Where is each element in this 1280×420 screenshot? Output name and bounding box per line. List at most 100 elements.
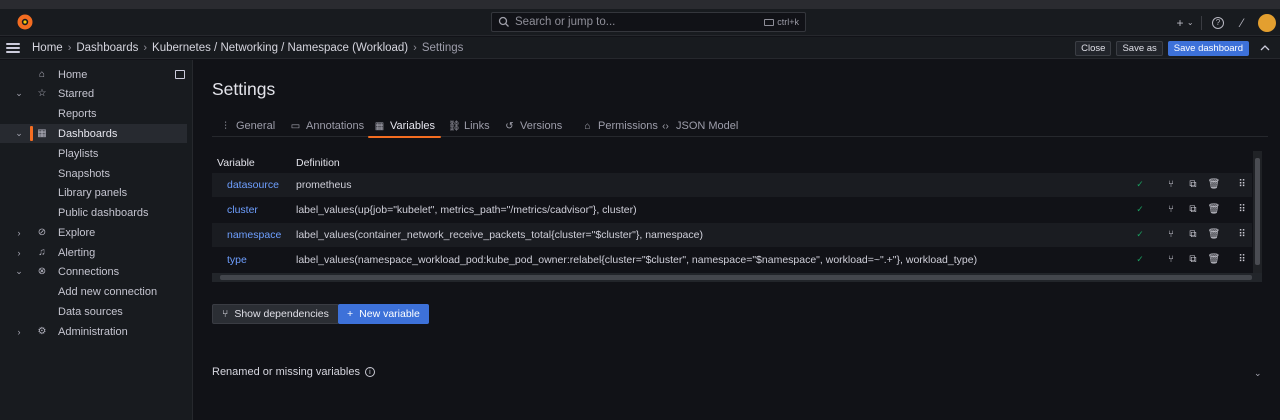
save-as-button[interactable]: Save as bbox=[1116, 40, 1163, 56]
user-avatar[interactable] bbox=[1258, 13, 1276, 32]
sidebar-item-label: Administration bbox=[58, 325, 128, 338]
sidebar-item-reports[interactable]: Reports bbox=[0, 104, 187, 123]
chevron-down-icon[interactable]: ⌄ bbox=[14, 266, 24, 277]
tab-general[interactable]: ⫶ General bbox=[220, 115, 275, 137]
dependencies-icon[interactable]: ⑂ bbox=[1165, 253, 1177, 265]
news-icon[interactable]: ⁄ bbox=[1234, 15, 1250, 31]
show-dependencies-button[interactable]: ⑂ Show dependencies bbox=[212, 304, 339, 324]
dependencies-icon[interactable]: ⑂ bbox=[1165, 228, 1177, 240]
sidebar-item-starred[interactable]: ⌄ ☆ Starred bbox=[0, 84, 187, 103]
breadcrumb-home[interactable]: Home bbox=[32, 42, 63, 54]
menu-toggle-icon[interactable] bbox=[6, 42, 20, 53]
chevron-up-icon[interactable] bbox=[1254, 41, 1276, 56]
sidebar-item-add-new-connection[interactable]: Add new connection bbox=[0, 282, 187, 301]
history-icon: ↺ bbox=[505, 120, 514, 132]
duplicate-icon[interactable]: ⧉ bbox=[1187, 253, 1199, 265]
drag-handle-icon[interactable]: ⠿ bbox=[1236, 228, 1248, 240]
sidebar-item-label: Snapshots bbox=[58, 167, 110, 180]
variable-name-link[interactable]: datasource bbox=[227, 179, 279, 191]
horizontal-scrollbar[interactable] bbox=[212, 273, 1262, 282]
variable-definition: label_values(container_network_receive_p… bbox=[296, 229, 703, 241]
info-icon: i bbox=[364, 367, 375, 377]
duplicate-icon[interactable]: ⧉ bbox=[1187, 178, 1199, 190]
compass-icon: ⊘ bbox=[37, 227, 47, 238]
tab-links[interactable]: ⛓ Links bbox=[448, 115, 490, 137]
trash-icon[interactable]: 🗑 bbox=[1208, 253, 1221, 265]
grafana-logo-icon[interactable] bbox=[16, 13, 34, 31]
sidebar-item-playlists[interactable]: Playlists bbox=[0, 144, 187, 163]
tab-annotations[interactable]: ▭ Annotations bbox=[290, 115, 364, 137]
breadcrumb-current: Settings bbox=[421, 41, 464, 54]
chevron-down-icon[interactable]: ⌄ bbox=[14, 128, 24, 139]
duplicate-icon[interactable]: ⧉ bbox=[1187, 228, 1199, 240]
table-row[interactable]: namespace label_values(container_network… bbox=[212, 223, 1252, 247]
breadcrumb-bar: Home › Dashboards › Kubernetes / Network… bbox=[0, 37, 1280, 59]
trash-icon[interactable]: 🗑 bbox=[1208, 228, 1221, 240]
sidebar-item-dashboards[interactable]: ⌄ ▦ Dashboards bbox=[0, 124, 187, 143]
drag-handle-icon[interactable]: ⠿ bbox=[1236, 178, 1248, 190]
variable-definition: prometheus bbox=[296, 179, 352, 191]
sidebar-item-connections[interactable]: ⌄ ⊗ Connections bbox=[0, 262, 187, 281]
check-icon: ✓ bbox=[1136, 253, 1144, 264]
link-icon: ⛓ bbox=[448, 120, 461, 132]
help-icon[interactable]: ? bbox=[1210, 15, 1226, 31]
sidebar-item-explore[interactable]: › ⊘ Explore bbox=[0, 223, 187, 242]
new-variable-button[interactable]: + New variable bbox=[338, 304, 429, 324]
gear-icon: ⚙ bbox=[37, 326, 47, 337]
settings-tabs: ⫶ General ▭ Annotations ▦ Variables ⛓ Links … bbox=[212, 115, 1268, 138]
sidebar-item-library-panels[interactable]: Library panels bbox=[0, 183, 187, 202]
close-button[interactable]: Close bbox=[1075, 40, 1112, 56]
variable-definition: label_values(up{job="kubelet", metrics_p… bbox=[296, 204, 637, 216]
variable-name-link[interactable]: type bbox=[227, 254, 247, 266]
new-plus-button[interactable]: + ⌄ bbox=[1176, 15, 1193, 31]
scrollbar-thumb[interactable] bbox=[1255, 158, 1260, 265]
table-row[interactable]: cluster label_values(up{job="kubelet", m… bbox=[212, 198, 1252, 222]
chevron-right-icon[interactable]: › bbox=[14, 248, 24, 258]
sidebar-item-label: Explore bbox=[58, 226, 96, 239]
tab-versions[interactable]: ↺ Versions bbox=[504, 115, 562, 137]
table-row[interactable]: type label_values(namespace_workload_pod… bbox=[212, 248, 1252, 272]
breadcrumb-separator-icon: › bbox=[67, 41, 72, 54]
sidebar-item-home[interactable]: ⌂ Home bbox=[0, 65, 187, 84]
check-icon: ✓ bbox=[1136, 203, 1144, 214]
duplicate-icon[interactable]: ⧉ bbox=[1187, 203, 1199, 215]
chevron-right-icon[interactable]: › bbox=[14, 228, 24, 238]
tab-permissions[interactable]: ⌂ Permissions bbox=[582, 115, 657, 137]
renamed-missing-section-title[interactable]: Renamed or missing variables i bbox=[212, 366, 375, 378]
dock-menu-icon[interactable] bbox=[175, 70, 185, 79]
table-row[interactable]: datasource prometheus ✓ ⑂ ⧉ 🗑 ⠿ bbox=[212, 173, 1252, 197]
tab-variables[interactable]: ▦ Variables bbox=[367, 115, 442, 138]
trash-icon[interactable]: 🗑 bbox=[1208, 178, 1221, 190]
sidebar-item-administration[interactable]: › ⚙ Administration bbox=[0, 322, 187, 341]
top-bar: Search or jump to... ctrl+k + ⌄ ? ⁄ bbox=[0, 9, 1280, 36]
breadcrumb-separator-icon: › bbox=[143, 41, 148, 54]
drag-handle-icon[interactable]: ⠿ bbox=[1236, 203, 1248, 215]
sidebar-item-snapshots[interactable]: Snapshots bbox=[0, 164, 187, 183]
sidebar-item-public-dashboards[interactable]: Public dashboards bbox=[0, 203, 187, 222]
search-shortcut: ctrl+k bbox=[764, 17, 799, 27]
dependencies-icon[interactable]: ⑂ bbox=[1165, 203, 1177, 215]
scrollbar-thumb[interactable] bbox=[220, 275, 1252, 280]
sidebar-item-alerting[interactable]: › ♫ Alerting bbox=[0, 243, 187, 262]
variable-name-link[interactable]: namespace bbox=[227, 229, 281, 241]
trash-icon[interactable]: 🗑 bbox=[1208, 203, 1221, 215]
sidebar-item-label: Add new connection bbox=[58, 285, 158, 298]
save-dashboard-button[interactable]: Save dashboard bbox=[1167, 40, 1249, 56]
sidebar-item-data-sources[interactable]: Data sources bbox=[0, 302, 187, 321]
search-input[interactable]: Search or jump to... ctrl+k bbox=[491, 12, 806, 32]
sliders-icon: ⫶ bbox=[224, 120, 227, 132]
chevron-down-icon[interactable]: ⌄ bbox=[1254, 368, 1262, 379]
chevron-right-icon[interactable]: › bbox=[14, 327, 24, 337]
drag-handle-icon[interactable]: ⠿ bbox=[1236, 253, 1248, 265]
star-icon: ☆ bbox=[37, 88, 47, 99]
tab-json-model[interactable]: ‹› JSON Model bbox=[660, 115, 738, 137]
search-icon bbox=[498, 16, 509, 27]
sidebar-nav: ⌂ Home ⌄ ☆ Starred Reports ⌄ ▦ Dashboard… bbox=[0, 60, 193, 420]
variable-name-link[interactable]: cluster bbox=[227, 204, 258, 216]
breadcrumb-dashboard[interactable]: Kubernetes / Networking / Namespace (Wor… bbox=[152, 42, 408, 54]
breadcrumb-dashboards[interactable]: Dashboards bbox=[76, 42, 138, 54]
chevron-down-icon[interactable]: ⌄ bbox=[14, 88, 24, 99]
vertical-scrollbar[interactable] bbox=[1253, 151, 1262, 273]
home-icon: ⌂ bbox=[38, 69, 46, 80]
dependencies-icon[interactable]: ⑂ bbox=[1165, 178, 1177, 190]
